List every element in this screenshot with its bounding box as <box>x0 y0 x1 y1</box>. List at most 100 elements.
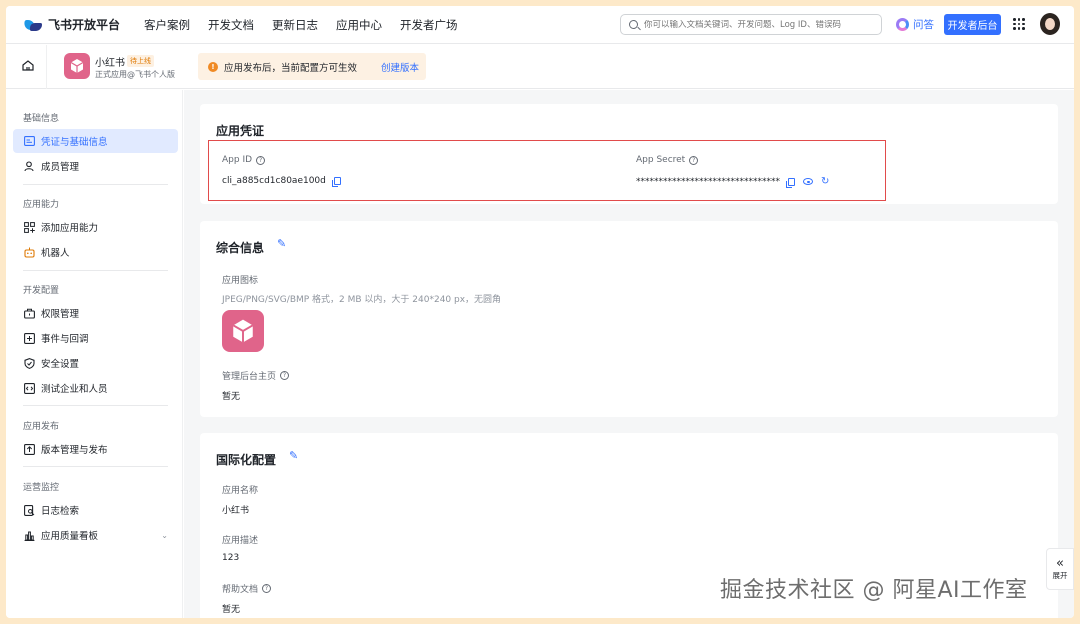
copy-icon[interactable] <box>786 177 795 188</box>
notice-text: 应用发布后，当前配置方可生效 <box>224 62 358 74</box>
homepage-label-text: 管理后台主页 <box>222 372 277 382</box>
home-icon[interactable] <box>22 60 34 71</box>
homepage-value: 暂无 <box>222 392 241 402</box>
sidebar-item-permissions[interactable]: 权限管理 <box>13 301 178 325</box>
app-icon-upload[interactable] <box>222 310 264 352</box>
divider <box>23 466 168 467</box>
help-icon[interactable]: ? <box>689 155 699 165</box>
sidebar-section-dev-config: 开发配置 <box>23 286 60 296</box>
i18n-title: 国际化配置 <box>216 453 277 467</box>
edit-icon[interactable]: ✎ <box>277 237 286 250</box>
nav-customer-cases[interactable]: 客户案例 <box>144 17 190 33</box>
eye-icon[interactable] <box>803 178 813 185</box>
app-id-label: App ID? <box>222 155 266 165</box>
sidebar-item-test-tenants[interactable]: 测试企业和人员 <box>13 376 178 400</box>
app-secret-field: ******************************** ↻ <box>636 176 829 188</box>
credentials-title: 应用凭证 <box>216 124 265 138</box>
app-id-value: cli_a885cd1c80ae100d <box>222 176 326 186</box>
sidebar-section-publish: 应用发布 <box>23 422 60 432</box>
publish-notice: ! 应用发布后，当前配置方可生效 创建版本 <box>198 53 426 80</box>
help-doc-label-text: 帮助文档 <box>222 585 259 595</box>
sidebar-item-label: 成员管理 <box>41 162 80 173</box>
top-nav: 飞书开放平台 客户案例 开发文档 更新日志 应用中心 开发者广场 问答 开发者后… <box>6 6 1074 44</box>
sidebar-item-quality-board[interactable]: 应用质量看板 ⌄ <box>13 523 178 547</box>
search-input[interactable] <box>644 19 874 30</box>
briefcase-icon <box>24 308 35 319</box>
robot-icon <box>24 247 35 258</box>
homepage-label: 管理后台主页? <box>222 369 290 382</box>
expand-panel-button[interactable]: « 展开 <box>1046 548 1074 590</box>
sidebar-item-label: 凭证与基础信息 <box>41 137 108 148</box>
search-icon <box>629 20 638 29</box>
event-plus-icon <box>24 332 35 344</box>
sidebar-item-label: 日志检索 <box>41 506 80 517</box>
apps-grid-icon[interactable] <box>1013 18 1025 30</box>
log-search-icon <box>24 504 35 516</box>
app-id-field: cli_a885cd1c80ae100d <box>222 176 341 187</box>
brand-name: 飞书开放平台 <box>48 18 121 32</box>
upload-box-icon <box>24 443 35 455</box>
sidebar-item-label: 测试企业和人员 <box>41 384 108 395</box>
general-info-title: 综合信息 <box>216 241 265 255</box>
main-content: 应用凭证 App ID? cli_a885cd1c80ae100d App Se… <box>184 90 1074 618</box>
divider <box>23 405 168 406</box>
app-icon-label: 应用图标 <box>222 276 259 286</box>
ask-label: 问答 <box>913 19 934 31</box>
divider <box>46 45 47 89</box>
id-card-icon <box>24 136 35 147</box>
search-box[interactable] <box>620 14 882 35</box>
app-secret-label-text: App Secret <box>636 155 686 165</box>
sidebar-item-add-capability[interactable]: 添加应用能力 <box>13 215 178 239</box>
sidebar: 基础信息 凭证与基础信息 成员管理 应用能力 添加应用能力 机器人 开发配置 权… <box>6 90 183 618</box>
app-icon-hint: JPEG/PNG/SVG/BMP 格式，2 MB 以内，大于 240*240 p… <box>222 295 502 305</box>
divider <box>23 184 168 185</box>
general-info-card: 综合信息 ✎ 应用图标 JPEG/PNG/SVG/BMP 格式，2 MB 以内，… <box>200 221 1058 417</box>
app-secret-label: App Secret? <box>636 155 699 165</box>
ai-ring-icon <box>896 18 909 31</box>
help-icon[interactable]: ? <box>256 155 266 165</box>
nav-dev-docs[interactable]: 开发文档 <box>208 17 254 33</box>
ask-button[interactable]: 问答 <box>896 17 934 32</box>
watermark: 掘金技术社区 @ 阿星AI工作室 <box>720 578 1028 603</box>
avatar[interactable] <box>1040 13 1060 35</box>
sidebar-item-log-search[interactable]: 日志检索 <box>13 498 178 522</box>
sidebar-item-credentials[interactable]: 凭证与基础信息 <box>13 129 178 153</box>
brand[interactable]: 飞书开放平台 <box>23 16 134 33</box>
double-chevron-left-icon: « <box>1056 555 1064 571</box>
sidebar-item-bot[interactable]: 机器人 <box>13 240 178 264</box>
sidebar-section-monitoring: 运营监控 <box>23 483 60 493</box>
help-doc-label: 帮助文档? <box>222 582 272 595</box>
edit-icon[interactable]: ✎ <box>289 449 298 462</box>
create-version-link[interactable]: 创建版本 <box>381 60 419 74</box>
nav-dev-plaza[interactable]: 开发者广场 <box>400 17 458 33</box>
sidebar-section-basic: 基础信息 <box>23 114 60 124</box>
app-icon <box>64 53 90 79</box>
sidebar-item-label: 权限管理 <box>41 309 80 320</box>
sidebar-item-label: 添加应用能力 <box>41 223 99 234</box>
cube-icon <box>232 319 254 343</box>
sidebar-item-members[interactable]: 成员管理 <box>13 154 178 178</box>
help-icon[interactable]: ? <box>280 371 290 380</box>
highlight-box <box>208 140 886 201</box>
app-header: 小红书 待上线 正式应用@飞书个人版 ! 应用发布后，当前配置方可生效 创建版本 <box>6 45 1074 89</box>
chevron-down-icon[interactable]: ⌄ <box>161 531 168 540</box>
sidebar-item-security[interactable]: 安全设置 <box>13 351 178 375</box>
warning-icon: ! <box>208 61 218 72</box>
help-icon[interactable]: ? <box>262 584 272 593</box>
nav-changelog[interactable]: 更新日志 <box>272 17 318 33</box>
copy-icon[interactable] <box>331 177 341 187</box>
developer-console-button[interactable]: 开发者后台 <box>944 14 1001 35</box>
sidebar-item-label: 机器人 <box>41 248 70 259</box>
nav-app-center[interactable]: 应用中心 <box>336 17 382 33</box>
user-icon <box>24 160 35 172</box>
expand-label: 展开 <box>1052 570 1068 580</box>
app-name: 小红书 <box>95 58 125 69</box>
status-badge: 待上线 <box>127 55 154 67</box>
refresh-icon[interactable]: ↻ <box>821 176 829 187</box>
bar-chart-icon <box>24 530 35 541</box>
sidebar-item-events[interactable]: 事件与回调 <box>13 326 178 350</box>
sidebar-item-versions[interactable]: 版本管理与发布 <box>13 437 178 461</box>
app-desc-label: 应用描述 <box>222 536 259 546</box>
app-window: 飞书开放平台 客户案例 开发文档 更新日志 应用中心 开发者广场 问答 开发者后… <box>6 6 1074 618</box>
help-doc-value: 暂无 <box>222 605 241 615</box>
